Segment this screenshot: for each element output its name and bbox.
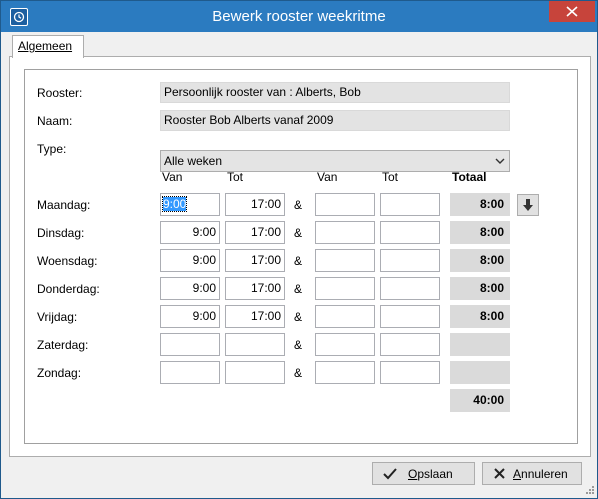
x-icon	[494, 468, 505, 479]
day-total: 8:00	[450, 249, 510, 272]
tot2-input[interactable]	[380, 333, 440, 356]
van2-input[interactable]	[315, 221, 375, 244]
tot2-input[interactable]	[380, 277, 440, 300]
day-label: Donderdag:	[37, 282, 100, 296]
van1-input[interactable]	[160, 361, 220, 384]
save-button[interactable]: Opslaan	[372, 462, 475, 485]
header-tot-1: Tot	[227, 170, 244, 184]
rooster-field: Persoonlijk rooster van : Alberts, Bob	[160, 82, 510, 103]
save-button-label: Opslaan	[408, 467, 453, 481]
day-total	[450, 361, 510, 384]
type-select-value: Alle weken	[164, 154, 223, 168]
day-label: Zondag:	[37, 366, 82, 380]
tot1-input[interactable]	[225, 361, 285, 384]
day-label: Dinsdag:	[37, 226, 85, 240]
separator-amp: &	[294, 366, 303, 380]
van1-input[interactable]: 9:00	[160, 249, 220, 272]
close-button[interactable]	[549, 1, 595, 22]
day-total: 8:00	[450, 193, 510, 216]
day-total	[450, 333, 510, 356]
van1-input[interactable]: 9:00	[160, 305, 220, 328]
header-van-2: Van	[317, 170, 338, 184]
header-tot-2: Tot	[382, 170, 399, 184]
van2-input[interactable]	[315, 249, 375, 272]
van1-selected-text: 9:00	[161, 196, 188, 212]
van2-input[interactable]	[315, 361, 375, 384]
type-label: Type:	[37, 142, 67, 156]
van1-input[interactable]	[160, 333, 220, 356]
close-icon	[566, 6, 578, 17]
day-label: Maandag:	[37, 198, 91, 212]
day-label: Zaterdag:	[37, 338, 89, 352]
header-van-1: Van	[162, 170, 183, 184]
tot1-input[interactable]: 17:00	[225, 249, 285, 272]
tot1-input[interactable]: 17:00	[225, 221, 285, 244]
tab-algemeen-label: Algemeen	[18, 39, 73, 53]
separator-amp: &	[294, 198, 303, 212]
cancel-button[interactable]: Annuleren	[482, 462, 582, 485]
header-totaal: Totaal	[452, 170, 487, 184]
cancel-label-accelerator: A	[513, 467, 522, 481]
separator-amp: &	[294, 282, 303, 296]
van1-input[interactable]: 9:00	[160, 193, 220, 216]
tot2-input[interactable]	[380, 249, 440, 272]
chevron-down-icon	[495, 158, 505, 164]
separator-amp: &	[294, 254, 303, 268]
rooster-label: Rooster:	[37, 86, 83, 100]
van2-input[interactable]	[315, 333, 375, 356]
separator-amp: &	[294, 310, 303, 324]
day-total: 8:00	[450, 305, 510, 328]
tot2-input[interactable]	[380, 193, 440, 216]
day-label: Woensdag:	[37, 254, 98, 268]
van1-input[interactable]: 9:00	[160, 221, 220, 244]
naam-field[interactable]: Rooster Bob Alberts vanaf 2009	[160, 110, 510, 131]
day-total: 8:00	[450, 277, 510, 300]
resize-grip-icon[interactable]	[583, 485, 595, 497]
tot1-input[interactable]	[225, 333, 285, 356]
dialog-window: Bewerk rooster weekritme Algemeen Rooste…	[0, 0, 598, 499]
van2-input[interactable]	[315, 305, 375, 328]
tab-panel-algemeen: Rooster: Persoonlijk rooster van : Alber…	[9, 56, 591, 457]
tab-algemeen[interactable]: Algemeen	[12, 35, 84, 58]
grand-total: 40:00	[450, 389, 510, 412]
tot1-input[interactable]: 17:00	[225, 305, 285, 328]
naam-label: Naam:	[37, 114, 73, 128]
van2-input[interactable]	[315, 193, 375, 216]
arrow-down-icon	[523, 199, 533, 211]
tot2-input[interactable]	[380, 221, 440, 244]
type-select[interactable]: Alle weken	[160, 150, 510, 172]
van1-input[interactable]: 9:00	[160, 277, 220, 300]
window-title: Bewerk rooster weekritme	[212, 8, 386, 25]
cancel-button-label: Annuleren	[513, 467, 568, 481]
day-total: 8:00	[450, 221, 510, 244]
save-label-accelerator: O	[408, 467, 418, 481]
day-label: Vrijdag:	[37, 310, 78, 324]
tot1-input[interactable]: 17:00	[225, 277, 285, 300]
tot2-input[interactable]	[380, 361, 440, 384]
separator-amp: &	[294, 226, 303, 240]
van2-input[interactable]	[315, 277, 375, 300]
checkmark-icon	[383, 468, 397, 480]
separator-amp: &	[294, 338, 303, 352]
save-label-post: pslaan	[417, 467, 453, 481]
tot1-input[interactable]: 17:00	[225, 193, 285, 216]
title-bar[interactable]: Bewerk rooster weekritme	[1, 1, 597, 32]
copy-down-button[interactable]	[517, 194, 539, 216]
form-group: Rooster: Persoonlijk rooster van : Alber…	[24, 69, 578, 444]
tot2-input[interactable]	[380, 305, 440, 328]
cancel-label-post: nnuleren	[521, 467, 568, 481]
